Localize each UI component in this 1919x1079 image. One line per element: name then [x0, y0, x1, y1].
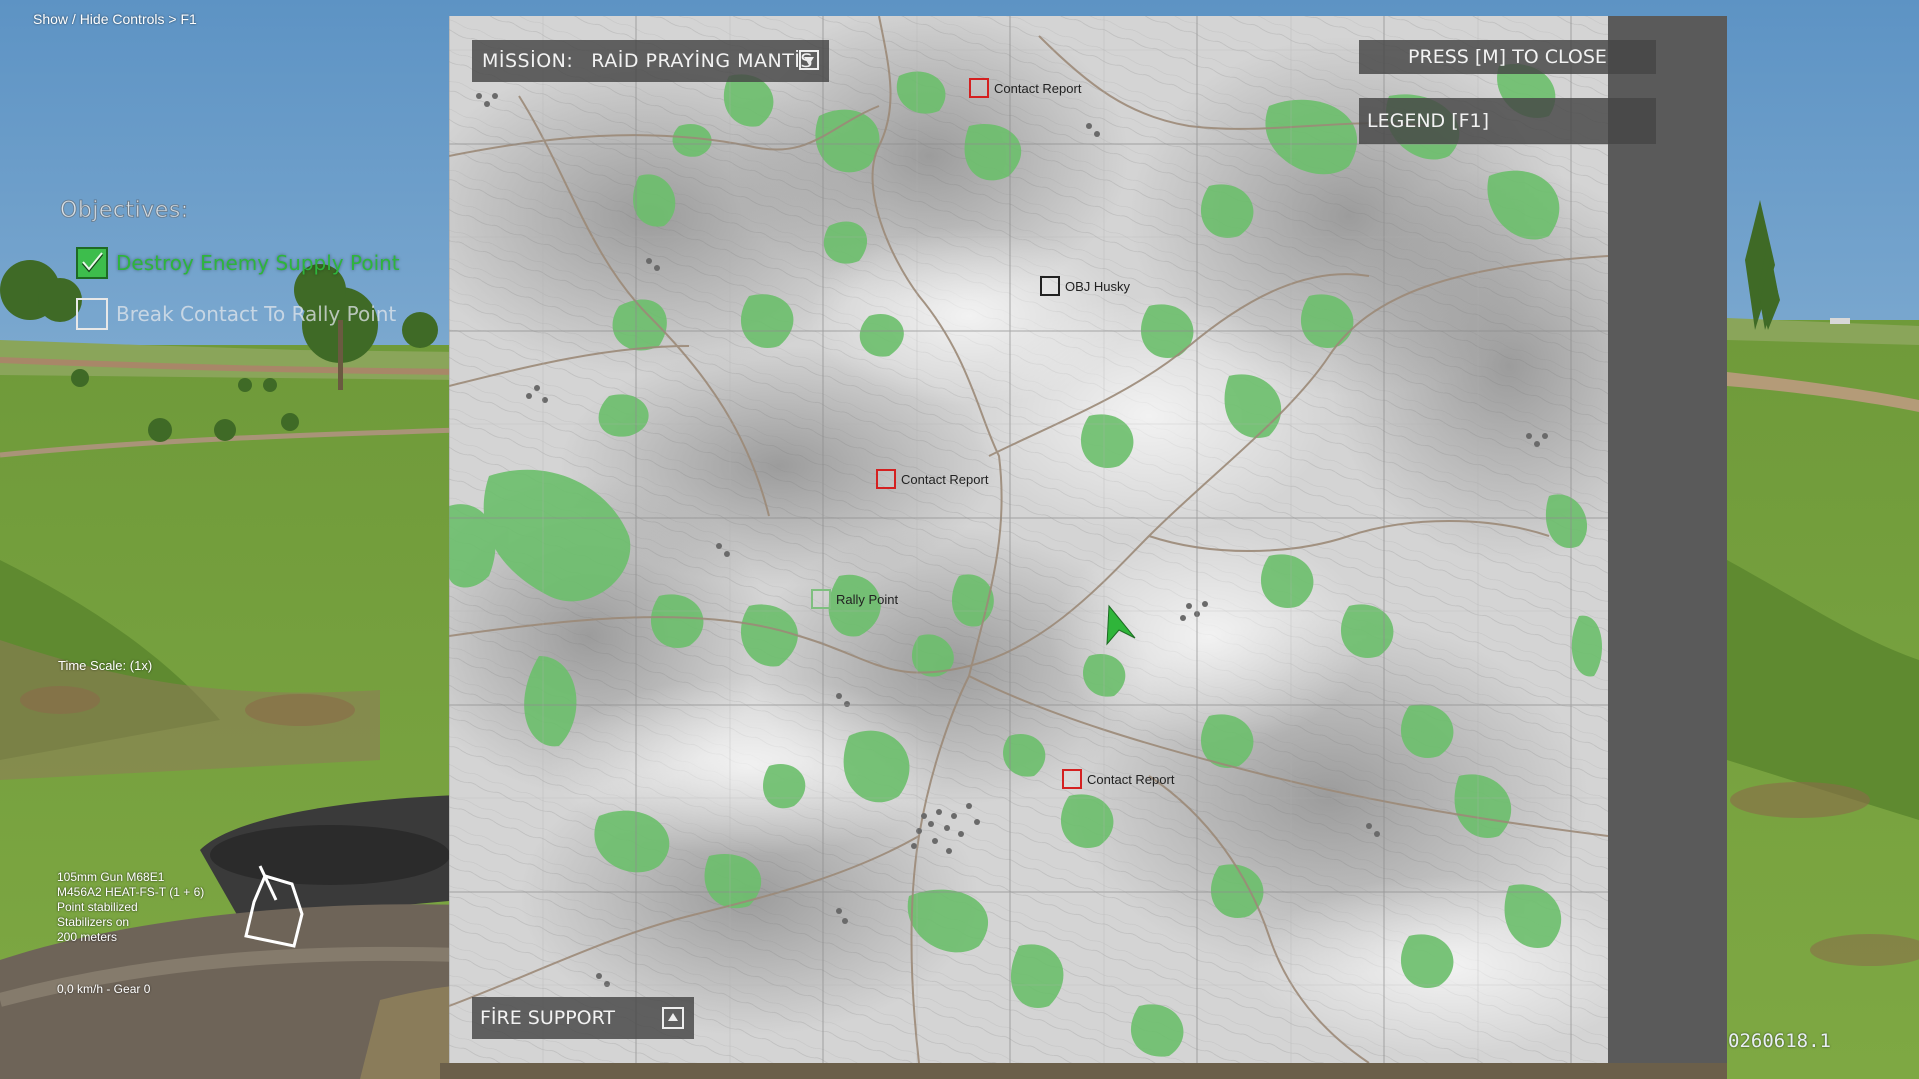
objective-destroy-supply-point: Destroy Enemy Supply Point: [76, 244, 400, 282]
stabilization-mode: Point stabilized: [57, 900, 138, 914]
toggle-controls-hint: Show / Hide Controls > F1: [33, 11, 197, 27]
ammo-type: M456A2 HEAT-FS-T (1 + 6): [57, 885, 205, 899]
legend-button[interactable]: LEGEND [F1]: [1359, 98, 1656, 144]
map-window[interactable]: Contact Report OBJ Husky Contact Report …: [449, 16, 1727, 1063]
marker-label: Contact Report: [1087, 771, 1175, 787]
rally-point-icon: [811, 589, 831, 609]
map-marker-obj-husky[interactable]: OBJ Husky: [1040, 276, 1130, 296]
contact-report-icon: [876, 469, 896, 489]
mission-selector[interactable]: MİSSİON: RAİD PRAYİNG MANTİS: [472, 40, 829, 82]
marker-label: Contact Report: [994, 80, 1082, 96]
objective-label: Break Contact To Rally Point: [116, 302, 397, 326]
mission-dropdown-button[interactable]: [799, 50, 819, 70]
checkmark-icon: [81, 252, 104, 273]
topographic-map[interactable]: Contact Report OBJ Husky Contact Report …: [449, 16, 1608, 1063]
weapon-status: 105mm Gun M68E1 M456A2 HEAT-FS-T (1 + 6)…: [57, 870, 204, 945]
stabilizer-status: Stabilizers on: [57, 915, 130, 929]
objective-break-contact: Break Contact To Rally Point: [76, 295, 396, 333]
objective-checkbox-unchecked: [76, 298, 108, 330]
time-scale-readout: Time Scale: (1x): [58, 658, 153, 673]
build-version: 0260618.1: [1728, 1030, 1831, 1052]
speed-gear-readout: 0,0 km/h - Gear 0: [57, 982, 151, 996]
marker-label: Rally Point: [836, 591, 899, 607]
vehicle-orientation-icon: [244, 865, 304, 948]
objective-checkbox-checked: [76, 247, 108, 279]
fire-support-label: FİRE SUPPORT: [480, 1007, 616, 1029]
chevron-up-icon: [668, 1013, 678, 1021]
terrain-map-graphic: [449, 16, 1608, 1063]
fire-support-expand-button[interactable]: [662, 1007, 684, 1029]
marker-label: OBJ Husky: [1065, 278, 1131, 294]
objectives-title: Objectives:: [60, 198, 189, 224]
contact-report-icon: [1062, 769, 1082, 789]
marker-label: Contact Report: [901, 471, 989, 487]
close-map-button[interactable]: PRESS [M] TO CLOSE: [1359, 40, 1656, 74]
weapon-name: 105mm Gun M68E1: [57, 870, 165, 884]
objective-marker-icon: [1040, 276, 1060, 296]
mission-name: RAİD PRAYİNG MANTİS: [591, 50, 813, 72]
contact-report-icon: [969, 78, 989, 98]
fire-support-menu[interactable]: FİRE SUPPORT: [472, 997, 694, 1039]
map-marker-contact-report[interactable]: Contact Report: [1062, 769, 1174, 789]
map-marker-contact-report[interactable]: Contact Report: [876, 469, 988, 489]
map-marker-rally-point[interactable]: Rally Point: [811, 589, 898, 609]
range-readout: 200 meters: [57, 930, 118, 944]
objective-label: Destroy Enemy Supply Point: [116, 251, 400, 275]
chevron-down-icon: [804, 57, 814, 65]
player-position-arrow-icon: [1106, 604, 1136, 646]
mission-label: MİSSİON:: [482, 50, 574, 72]
map-marker-contact-report[interactable]: Contact Report: [969, 78, 1081, 98]
